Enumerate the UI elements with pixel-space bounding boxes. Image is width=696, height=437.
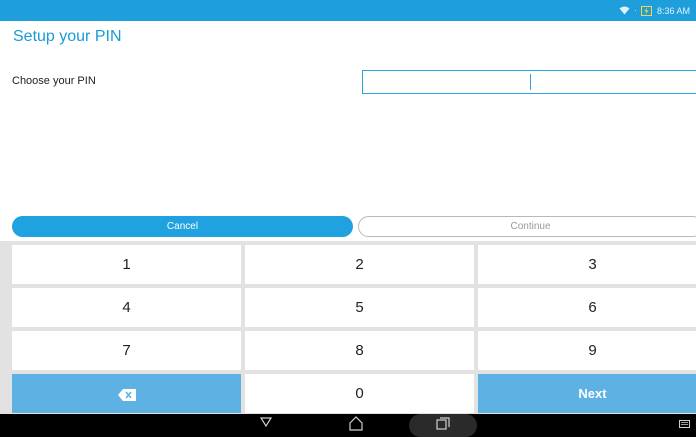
page-title: Setup your PIN (13, 28, 122, 45)
status-time: 8:36 AM (656, 5, 690, 16)
key-5[interactable]: 5 (245, 288, 474, 327)
text-cursor (530, 74, 531, 90)
key-8[interactable]: 8 (245, 331, 474, 370)
key-0[interactable]: 0 (245, 374, 474, 413)
navigation-bar (0, 414, 696, 437)
backspace-key[interactable] (12, 374, 241, 413)
key-9[interactable]: 9 (478, 331, 696, 370)
continue-button[interactable]: Continue (358, 216, 696, 237)
wifi-icon (619, 6, 630, 15)
keyboard-icon[interactable] (679, 420, 690, 428)
key-1[interactable]: 1 (12, 245, 241, 284)
key-4[interactable]: 4 (12, 288, 241, 327)
key-6[interactable]: 6 (478, 288, 696, 327)
setup-pin-screen: Setup your PIN Choose your PIN Cancel Co… (0, 21, 696, 414)
recents-icon[interactable] (436, 417, 450, 430)
home-icon[interactable] (348, 416, 364, 431)
notification-dot-icon: · (634, 6, 637, 15)
battery-charging-icon (640, 5, 653, 16)
status-bar: · 8:36 AM (0, 0, 696, 21)
key-3[interactable]: 3 (478, 245, 696, 284)
pin-input[interactable] (362, 70, 696, 94)
backspace-icon (117, 388, 136, 401)
back-icon[interactable] (260, 417, 272, 427)
pin-field-label: Choose your PIN (12, 75, 96, 87)
next-key[interactable]: Next (478, 374, 696, 413)
cancel-button[interactable]: Cancel (12, 216, 353, 237)
key-2[interactable]: 2 (245, 245, 474, 284)
action-buttons: Cancel Continue (12, 216, 696, 237)
numeric-keypad: 1 2 3 4 5 6 7 8 9 0 Next (0, 241, 696, 414)
key-7[interactable]: 7 (12, 331, 241, 370)
